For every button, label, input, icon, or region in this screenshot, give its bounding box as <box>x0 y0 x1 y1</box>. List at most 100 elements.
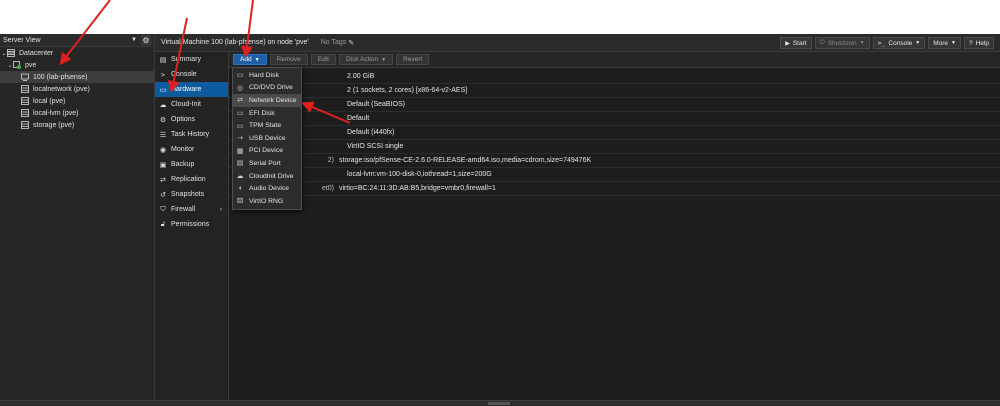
hardware-value: Default (i440fx) <box>347 129 395 136</box>
play-icon: ▶ <box>785 40 790 47</box>
tree-item-storage-storage[interactable]: storage (pve) <box>0 119 154 131</box>
remove-label: Remove <box>276 56 301 63</box>
cd-icon: ◎ <box>236 84 244 92</box>
nav-label: Monitor <box>171 146 195 153</box>
shield-icon: ⛉ <box>160 205 166 213</box>
nav-item-firewall[interactable]: ⛉ Firewall › <box>155 202 228 217</box>
chevron-down-icon: ▼ <box>859 40 865 46</box>
menu-item-pci-device[interactable]: ▦ PCI Device <box>233 145 301 158</box>
nav-item-monitor[interactable]: ◉ Monitor <box>155 142 228 157</box>
tree-label: localnetwork (pve) <box>33 85 90 93</box>
volume-icon: ◖ <box>237 185 243 193</box>
nav-item-replication[interactable]: ⇄ Replication <box>155 172 228 187</box>
tree-item-datacenter[interactable]: ⌄ Datacenter <box>0 47 154 59</box>
tree-label: Datacenter <box>19 49 54 57</box>
history-icon: ↺ <box>160 191 166 199</box>
hardware-row-network-device[interactable]: et0) virtio=BC:24:11:3D:AB:B5,bridge=vmbr… <box>229 182 1000 196</box>
chevron-down-icon: ▼ <box>131 37 137 43</box>
tree-item-storage-local-lvm[interactable]: local-lvm (pve) <box>0 107 154 119</box>
menu-item-audio-device[interactable]: ◖ Audio Device <box>233 182 301 195</box>
nav-item-permissions[interactable]: 🔓︎ Permissions <box>155 217 228 232</box>
terminal-icon: > <box>160 70 166 79</box>
add-button[interactable]: Add ▼ <box>233 54 267 65</box>
retweet-icon: ⇄ <box>160 176 166 184</box>
tags-label[interactable]: No Tags <box>321 39 347 46</box>
menu-item-usb-device[interactable]: ⇢ USB Device <box>233 132 301 145</box>
hardware-row-memory[interactable]: 2.00 GiB <box>229 70 1000 84</box>
tree-item-storage-localnetwork[interactable]: localnetwork (pve) <box>0 83 154 95</box>
dice-icon: ⚄ <box>236 198 244 206</box>
menu-item-tpm-state[interactable]: ▭ TPM State <box>233 119 301 132</box>
exchange-icon: ⇄ <box>237 97 243 105</box>
start-button[interactable]: ▶ Start <box>780 37 812 49</box>
serial-port-icon: ▤ <box>236 160 244 168</box>
pencil-icon[interactable]: ✎ <box>348 39 354 47</box>
cloud-icon: ☁ <box>159 101 167 109</box>
nav-item-summary[interactable]: ▤ Summary <box>155 52 228 67</box>
console-button[interactable]: >_ Console ▼ <box>872 37 926 49</box>
hardware-row-scsi-controller[interactable]: VirtIO SCSI single <box>229 140 1000 154</box>
hardware-row-machine[interactable]: Default (i440fx) <box>229 126 1000 140</box>
hardware-value: Default (SeaBIOS) <box>347 101 405 108</box>
hardware-row-processors[interactable]: 2 (1 sockets, 2 cores) [x86-64-v2-AES] <box>229 84 1000 98</box>
menu-item-efi-disk[interactable]: ▭ EFI Disk <box>233 107 301 120</box>
revert-button[interactable]: Revert <box>396 54 430 65</box>
help-button[interactable]: ? Help <box>964 37 994 49</box>
gear-icon[interactable]: ⚙ <box>141 35 151 45</box>
server-view-label: Server View <box>3 36 41 44</box>
tree-item-storage-local[interactable]: local (pve) <box>0 95 154 107</box>
menu-item-cd-dvd-drive[interactable]: ◎ CD/DVD Drive <box>233 82 301 95</box>
menu-label: TPM State <box>249 122 282 130</box>
menu-label: USB Device <box>249 134 286 142</box>
view-header: Server View ▼ ⚙ <box>0 34 154 47</box>
nav-item-cloud-init[interactable]: ☁ Cloud-Init <box>155 97 228 112</box>
nav-item-options[interactable]: ⚙ Options <box>155 112 228 127</box>
menu-item-network-device[interactable]: ⇄ Network Device <box>233 94 301 107</box>
nav-label: Backup <box>171 161 195 168</box>
vm-actions: ▶ Start ⏻ Shutdown ▼ >_ Console ▼ More ▼… <box>780 37 994 49</box>
hardware-panel: Add ▼ Remove Edit Disk Action ▼ Revert 2… <box>229 52 1000 400</box>
disk-action-button[interactable]: Disk Action ▼ <box>338 54 394 65</box>
vm-icon <box>21 73 29 81</box>
chevron-down-icon: ▼ <box>381 56 387 63</box>
nav-item-hardware[interactable]: ▭ Hardware <box>155 82 228 97</box>
tree-item-vm-100[interactable]: 100 (lab-pfsense) <box>0 71 154 83</box>
datacenter-icon <box>7 49 15 57</box>
menu-item-virtio-rng[interactable]: ⚄ VirtIO RNG <box>233 195 301 208</box>
shutdown-button[interactable]: ⏻ Shutdown ▼ <box>814 37 870 49</box>
tree-label: 100 (lab-pfsense) <box>33 73 88 81</box>
menu-item-cloudinit-drive[interactable]: ☁ CloudInit Drive <box>233 170 301 183</box>
hardware-value: 2.00 GiB <box>347 73 375 80</box>
nav-label: Firewall <box>171 206 196 213</box>
menu-label: Network Device <box>249 96 297 104</box>
nav-item-backup[interactable]: ▣ Backup <box>155 157 228 172</box>
hardware-value: storage:iso/pfSense-CE-2.6.0-RELEASE-amd… <box>339 157 592 164</box>
edit-button[interactable]: Edit <box>310 54 336 65</box>
nav-label: Summary <box>171 56 201 63</box>
hard-disk-icon: ▭ <box>236 72 244 80</box>
nav-item-snapshots[interactable]: ↺ Snapshots <box>155 187 228 202</box>
tree-label: pve <box>25 61 37 69</box>
hardware-value: local-lvm:vm-100-disk-0,iothread=1,size=… <box>347 171 492 178</box>
hardware-row-hard-disk[interactable]: local-lvm:vm-100-disk-0,iothread=1,size=… <box>229 168 1000 182</box>
hardware-row-display[interactable]: Default <box>229 112 1000 126</box>
hardware-row-cd-dvd-drive[interactable]: 2) storage:iso/pfSense-CE-2.6.0-RELEASE-a… <box>229 154 1000 168</box>
nav-label: Console <box>171 71 197 78</box>
hardware-grid: 2.00 GiB 2 (1 sockets, 2 cores) [x86-64-… <box>229 68 1000 196</box>
storage-icon <box>21 121 29 129</box>
more-button[interactable]: More ▼ <box>928 37 961 49</box>
nav-item-console[interactable]: > Console <box>155 67 228 82</box>
start-label: Start <box>792 39 807 47</box>
tree-item-node-pve[interactable]: ⌄ pve <box>0 59 154 71</box>
remove-button[interactable]: Remove <box>269 54 308 65</box>
menu-label: PCI Device <box>249 147 283 155</box>
menu-item-serial-port[interactable]: ▤ Serial Port <box>233 157 301 170</box>
list-icon: ☰ <box>159 131 167 139</box>
menu-item-hard-disk[interactable]: ▭ Hard Disk <box>233 69 301 82</box>
hardware-row-bios[interactable]: Default (SeaBIOS) <box>229 98 1000 112</box>
server-view-select[interactable]: Server View ▼ <box>1 35 139 45</box>
nav-item-task-history[interactable]: ☰ Task History <box>155 127 228 142</box>
disk-action-label: Disk Action <box>345 56 379 63</box>
floppy-icon: ▣ <box>159 161 167 169</box>
storage-icon <box>21 97 29 105</box>
